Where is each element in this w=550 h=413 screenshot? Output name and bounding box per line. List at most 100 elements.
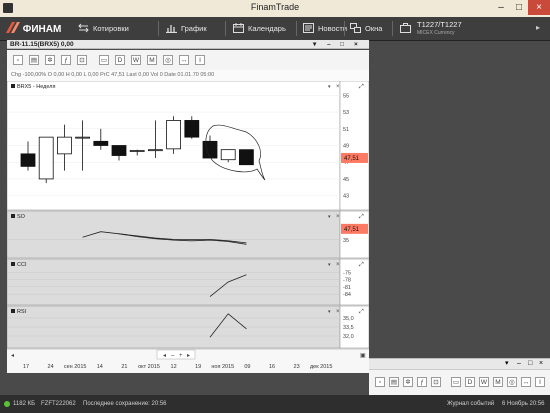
x-tick-label: 19 <box>195 364 201 370</box>
lower-window-close-icon[interactable]: × <box>539 359 543 369</box>
x-axis-scroll-left-icon: ◂ <box>11 353 14 359</box>
new-chart-icon[interactable]: ▫ <box>13 55 23 65</box>
menu-windows[interactable]: Окна <box>350 17 382 40</box>
chart-icon <box>166 25 177 33</box>
lower-new-chart-icon[interactable]: ▫ <box>375 377 385 387</box>
x-tick-label: сен 2015 <box>64 364 87 370</box>
window-minimize-icon[interactable]: – <box>327 40 331 49</box>
minimize-icon[interactable]: – <box>492 0 510 15</box>
lower-lock-icon[interactable]: ⊡ <box>431 377 441 387</box>
panel-title: BRX5 - Неделя <box>17 84 55 90</box>
menu-divider <box>296 21 297 36</box>
panel-expand-icon: ⤢ <box>359 213 364 220</box>
y-tick-label: 51 <box>343 127 349 133</box>
lower-chart-window: ▾ – □ × ▫ ▤ ✲ ƒ ⊡ ▭ D W M ◎ ↔ I <box>369 358 550 396</box>
x-tick-label: 12 <box>171 364 177 370</box>
finam-logo: ФИНАМ <box>6 21 61 36</box>
chart-panel-1: 35SO ▾ × ⤢47,51 <box>7 210 369 259</box>
window-close-icon[interactable]: × <box>354 40 358 49</box>
period-range-icon[interactable]: ↔ <box>179 55 189 65</box>
x-tick-label: 21 <box>121 364 127 370</box>
y-tick-label: 43 <box>343 194 349 200</box>
bearish-candle <box>202 140 218 159</box>
panel-color-swatch <box>11 84 15 88</box>
y-tick-label: -81 <box>343 285 351 291</box>
lower-open-icon[interactable]: ▤ <box>389 377 399 387</box>
last-price-label: 47,51 <box>344 156 360 162</box>
lock-icon[interactable]: ⊡ <box>77 55 87 65</box>
bullish-candle <box>75 136 90 139</box>
menu-news-label: Новости <box>318 24 348 33</box>
lower-period-month-button[interactable]: M <box>493 377 503 387</box>
y-tick-label: 35,0 <box>343 316 354 322</box>
windows-icon <box>350 23 361 33</box>
menu-quotes-label: Котировки <box>93 24 129 33</box>
bullish-candle <box>57 136 72 155</box>
lower-period-week-button[interactable]: W <box>479 377 489 387</box>
x-tick-label: 14 <box>97 364 103 370</box>
account-name[interactable]: T1227/T1227 <box>417 20 462 29</box>
lower-window-minimize-icon[interactable]: – <box>517 359 521 369</box>
y-tick-label: 45 <box>343 177 349 183</box>
panel-close-icon: × <box>336 84 340 90</box>
x-tick-label: 09 <box>244 364 250 370</box>
x-tick-label: 24 <box>48 364 54 370</box>
panel-color-swatch <box>11 214 15 218</box>
lower-indicator-icon[interactable]: ƒ <box>417 377 427 387</box>
bullish-candle <box>38 136 54 180</box>
menu-quotes[interactable]: Котировки <box>78 17 129 40</box>
compare-icon[interactable]: ▭ <box>99 55 109 65</box>
scroll-left-icon: ◂ <box>163 353 166 359</box>
title-bar: FinamTrade – □ × <box>0 0 550 18</box>
zoom-in-icon: + <box>179 353 183 359</box>
account-menu-chevron-icon[interactable]: ▸ <box>536 23 540 32</box>
status-journal-link[interactable]: Журнал событий <box>447 395 494 413</box>
bullish-candle <box>166 120 182 150</box>
crosshair-icon[interactable]: ◎ <box>163 55 173 65</box>
main-menubar: ФИНАМ Котировки График Календарь Новости… <box>0 17 550 41</box>
menu-windows-label: Окна <box>365 24 383 33</box>
panel-title: RSI <box>17 309 27 315</box>
settings-icon[interactable]: ✲ <box>45 55 55 65</box>
menu-divider <box>344 21 345 36</box>
menu-divider <box>158 21 159 36</box>
lower-range-icon[interactable]: ↔ <box>521 377 531 387</box>
x-tick-label: 16 <box>269 364 275 370</box>
lower-settings-icon[interactable]: ✲ <box>403 377 413 387</box>
lower-cursor-icon[interactable]: I <box>535 377 545 387</box>
price-chart[interactable]: 55535149474543BRX5 - Неделя ▾ × ⤢47,5135SO ▾… <box>7 81 369 373</box>
lower-window-menu-chevron-icon[interactable]: ▾ <box>505 359 509 369</box>
indicator-price-label: 47,51 <box>344 227 360 233</box>
period-month-button[interactable]: M <box>147 55 157 65</box>
open-template-icon[interactable]: ▤ <box>29 55 39 65</box>
cursor-icon[interactable]: I <box>195 55 205 65</box>
lower-window-maximize-icon[interactable]: □ <box>528 359 532 369</box>
period-week-button[interactable]: W <box>131 55 141 65</box>
panel-expand-icon: ⤢ <box>359 261 364 268</box>
lower-period-day-button[interactable]: D <box>465 377 475 387</box>
y-tick-label: -78 <box>343 278 351 284</box>
menu-calendar[interactable]: Календарь <box>233 17 286 40</box>
status-traffic: 1182 КБ <box>13 401 36 407</box>
menu-divider <box>225 21 226 36</box>
x-tick-label: 23 <box>294 364 300 370</box>
panel-expand-icon: ⤢ <box>359 308 364 315</box>
status-saved: Последнее сохранение: 20:56 <box>83 401 167 407</box>
close-icon[interactable]: × <box>528 0 550 15</box>
lower-compare-icon[interactable]: ▭ <box>451 377 461 387</box>
period-day-button[interactable]: D <box>115 55 125 65</box>
x-tick-label: окт 2015 <box>138 364 160 370</box>
lower-crosshair-icon[interactable]: ◎ <box>507 377 517 387</box>
window-maximize-icon[interactable]: □ <box>340 40 344 49</box>
indicator-icon[interactable]: ƒ <box>61 55 71 65</box>
window-menu-chevron-icon[interactable]: ▾ <box>313 40 316 49</box>
menu-news[interactable]: Новости <box>303 17 347 40</box>
panel-expand-icon: ⤢ <box>359 83 364 90</box>
menu-chart[interactable]: График <box>166 17 207 40</box>
status-datetime: 6 Ноябрь 20:56 <box>502 401 545 407</box>
chart-panel-2: -75-78-81-84CCI ▾ × ⤢ <box>7 258 369 306</box>
panel-close-icon: × <box>336 309 340 315</box>
plot-area <box>7 258 341 306</box>
maximize-icon[interactable]: □ <box>510 0 528 15</box>
chart-panel-3: 35,033,532,0RSI ▾ × ⤢ <box>7 305 369 349</box>
